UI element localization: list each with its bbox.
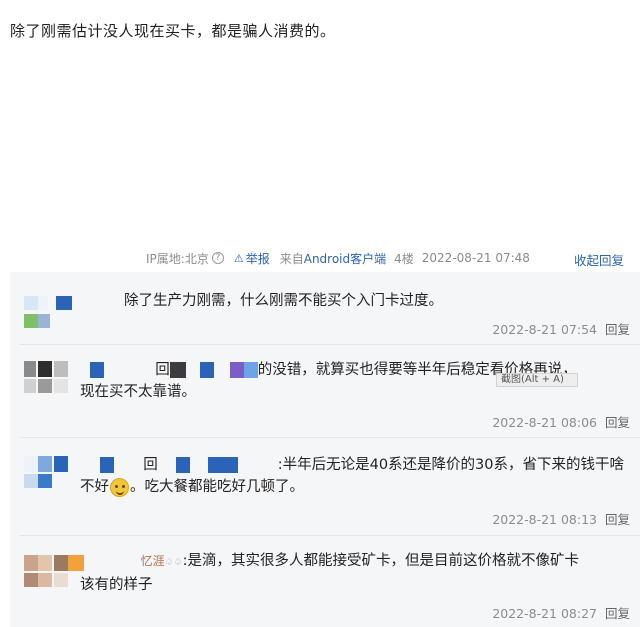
reply-line: :半年后无论是40系还是降价的30系，省下来的钱干啥 xyxy=(277,457,625,473)
badge-icon: ♤♤ xyxy=(164,557,183,568)
reply-text: 除了生产力刚需，什么刚需不能买个入门卡过度。 xyxy=(124,290,624,312)
collapse-replies-button[interactable]: 收起回复 xyxy=(574,250,624,269)
reply-to-label: 回 xyxy=(143,457,158,473)
reply-meta: 2022-8-21 07:54 回复 xyxy=(492,319,630,338)
divider xyxy=(20,437,640,438)
reply-line: 该有的样子 xyxy=(80,577,153,593)
username-block[interactable] xyxy=(100,457,114,473)
smile-emoji-icon xyxy=(110,477,129,497)
reply-button[interactable]: 回复 xyxy=(605,322,630,337)
mention-block[interactable] xyxy=(199,362,214,378)
mention-block[interactable] xyxy=(207,457,238,473)
mention-block[interactable] xyxy=(175,457,190,473)
reply-time: 2022-8-21 08:13 xyxy=(492,512,597,527)
avatar[interactable] xyxy=(24,361,74,397)
reply-meta: 2022-8-21 08:13 回复 xyxy=(492,509,630,528)
reply-line: 不好 xyxy=(80,479,109,495)
divider xyxy=(20,344,640,345)
avatar[interactable] xyxy=(24,555,84,591)
warning-icon: ⚠ xyxy=(233,251,244,265)
reply-line: 除了生产力刚需，什么刚需不能买个入门卡过度。 xyxy=(124,293,443,309)
reply-time: 2022-8-21 07:54 xyxy=(492,322,597,337)
reply-time: 2022-8-21 08:06 xyxy=(492,415,597,430)
question-icon[interactable]: ? xyxy=(211,252,224,264)
reply-to-label: 回 xyxy=(155,362,170,378)
post-text: 除了刚需估计没人现在买卡，都是骗人消费的。 xyxy=(10,22,336,40)
reply-meta: 2022-8-21 08:06 回复 xyxy=(492,412,630,431)
ip-location: IP属地:北京 xyxy=(146,251,209,266)
reply-meta: 2022-8-21 08:27 回复 xyxy=(492,603,630,622)
source-prefix: 来自 xyxy=(279,251,304,266)
reply-button[interactable]: 回复 xyxy=(605,512,630,527)
username-block[interactable] xyxy=(90,362,104,378)
reply-to-label[interactable]: 忆涯 xyxy=(141,554,165,568)
reply-text: 回 :半年后无论是40系还是降价的30系，省下来的钱干啥 不好 。吃大餐都能吃好几顿… xyxy=(80,454,630,498)
tooltip: 截图(Alt + A) xyxy=(496,373,578,387)
avatar[interactable] xyxy=(24,456,74,492)
divider xyxy=(20,535,640,536)
report-button[interactable]: ⚠ 举报 xyxy=(234,250,270,267)
report-label: 举报 xyxy=(245,251,270,266)
reply-line: 。吃大餐都能吃好几顿了。 xyxy=(130,479,304,495)
mention-block[interactable] xyxy=(169,362,186,378)
reply-text: 忆涯♤♤:是滴，其实很多人都能接受矿卡，但是目前这价格就不像矿卡 该有的样子 xyxy=(80,550,630,596)
post-meta: IP属地:北京 ? ⚠ 举报 来自Android客户端 4楼 2022-08-2… xyxy=(146,250,530,266)
reply-line: :是滴，其实很多人都能接受矿卡，但是目前这价格就不像矿卡 xyxy=(182,553,579,569)
reply-time: 2022-8-21 08:27 xyxy=(492,606,597,621)
floor-number: 4楼 xyxy=(394,251,414,266)
reply-line: 现在买不太靠谱。 xyxy=(80,384,196,400)
post-time: 2022-08-21 07:48 xyxy=(421,251,530,265)
avatar[interactable] xyxy=(24,296,74,332)
reply-button[interactable]: 回复 xyxy=(605,415,630,430)
source-link[interactable]: Android客户端 xyxy=(304,252,386,266)
post-source: 来自Android客户端 xyxy=(280,250,386,267)
main-post: 除了刚需估计没人现在买卡，都是骗人消费的。 IP属地:北京 ? ⚠ 举报 来自A… xyxy=(0,0,640,272)
mention-block[interactable] xyxy=(243,362,258,378)
reply-button[interactable]: 回复 xyxy=(605,606,630,621)
mention-block[interactable] xyxy=(229,362,244,378)
